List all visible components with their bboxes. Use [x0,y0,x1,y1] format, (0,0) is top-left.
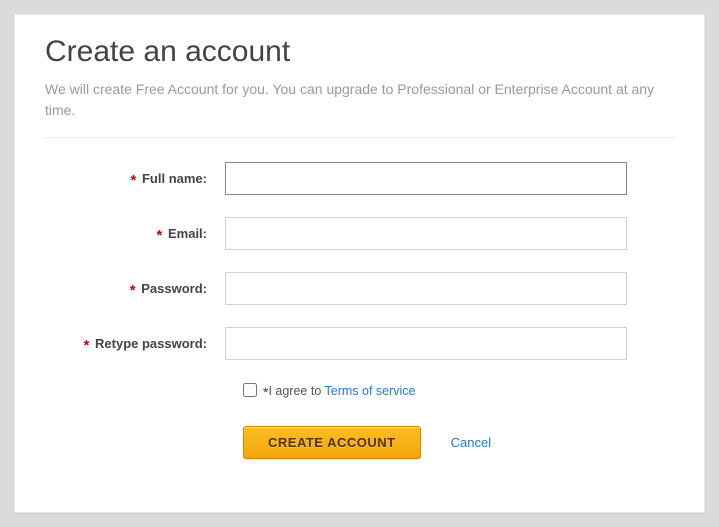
required-icon: * [130,282,136,299]
label-retype: * Retype password: [45,335,225,352]
retype-password-input[interactable] [225,327,627,360]
agree-text: *I agree to Terms of service [263,382,416,398]
label-password-text: Password: [141,281,207,296]
label-fullname-text: Full name: [142,171,207,186]
row-fullname: * Full name: [45,162,674,195]
label-password: * Password: [45,280,225,297]
row-retype: * Retype password: [45,327,674,360]
password-input[interactable] [225,272,627,305]
terms-link[interactable]: Terms of service [325,384,416,398]
required-icon: * [131,172,137,189]
row-email: * Email: [45,217,674,250]
button-row: CREATE ACCOUNT Cancel [45,426,674,459]
required-icon: * [157,227,163,244]
create-account-button[interactable]: CREATE ACCOUNT [243,426,421,459]
required-icon: * [84,337,90,354]
row-agree: *I agree to Terms of service [45,382,674,398]
signup-card: Create an account We will create Free Ac… [14,14,705,513]
label-email: * Email: [45,225,225,242]
required-icon: * [263,384,268,400]
page-subtitle: We will create Free Account for you. You… [45,79,674,121]
fullname-input[interactable] [225,162,627,195]
row-password: * Password: [45,272,674,305]
label-retype-text: Retype password: [95,336,207,351]
agree-prefix: I agree to [268,384,324,398]
label-fullname: * Full name: [45,170,225,187]
email-input[interactable] [225,217,627,250]
label-email-text: Email: [168,226,207,241]
agree-checkbox[interactable] [243,383,257,397]
divider [45,137,674,138]
cancel-link[interactable]: Cancel [451,435,491,450]
page-title: Create an account [45,35,674,69]
